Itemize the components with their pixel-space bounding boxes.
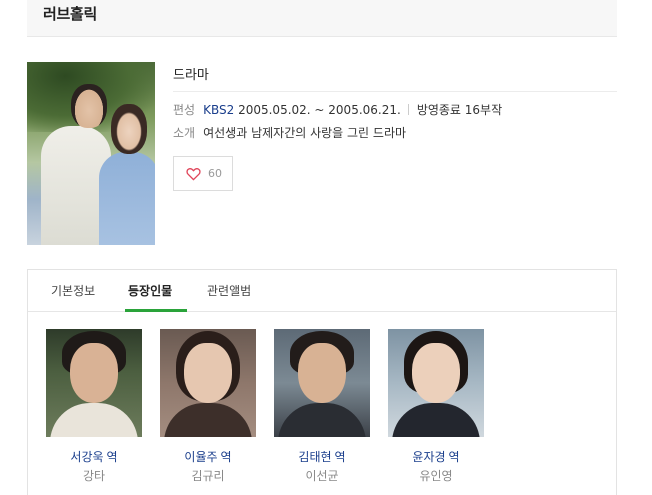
photo-face <box>70 343 118 403</box>
tab-bar: 기본정보 등장인물 관련앨범 <box>28 270 616 312</box>
role-suffix: 역 <box>106 450 118 464</box>
poster-figure-woman <box>99 152 155 245</box>
cast-card[interactable]: 서강욱 역 강타 <box>46 329 142 484</box>
actor-name[interactable]: 김태현 <box>298 450 331 464</box>
schedule-label: 편성 <box>173 103 196 117</box>
character-name: 이선균 <box>305 469 339 483</box>
cast-photo[interactable] <box>160 329 256 437</box>
role-suffix: 역 <box>220 450 232 464</box>
cast-photo[interactable] <box>46 329 142 437</box>
cast-card[interactable]: 윤자경 역 유인영 <box>388 329 484 484</box>
separator <box>407 104 409 115</box>
photo-shoulders <box>278 403 366 437</box>
summary-row: 소개 여선생과 남제자간의 사랑을 그린 드라마 <box>173 124 406 141</box>
photo-face <box>184 343 232 403</box>
title-bar: 러브홀릭 <box>27 0 617 37</box>
poster-figure-woman-head <box>111 104 147 154</box>
photo-shoulders <box>164 403 252 437</box>
cast-actor[interactable]: 이율주 역 <box>160 448 256 465</box>
cast-photo[interactable] <box>388 329 484 437</box>
character-name: 김규리 <box>191 469 225 483</box>
divider <box>173 91 617 92</box>
broadcast-status: 방영종료 16부작 <box>416 103 503 117</box>
schedule-row: 편성 KBS2 2005.05.02. ~ 2005.06.21. 방영종료 16부… <box>173 101 502 118</box>
like-count: 60 <box>208 167 222 180</box>
cast-actor[interactable]: 윤자경 역 <box>388 448 484 465</box>
photo-face <box>412 343 460 403</box>
cast-actor[interactable]: 김태현 역 <box>274 448 370 465</box>
tab-basic-info[interactable]: 기본정보 <box>51 282 95 299</box>
detail-panel: 기본정보 등장인물 관련앨범 서강욱 역 강타 이율주 역 김규리 김태현 역 이선균 <box>27 269 617 495</box>
genre-label: 드라마 <box>173 68 209 83</box>
photo-shoulders <box>392 403 480 437</box>
cast-photo[interactable] <box>274 329 370 437</box>
character-name: 유인영 <box>419 469 453 483</box>
photo-shoulders <box>50 403 138 437</box>
tab-characters[interactable]: 등장인물 <box>128 282 172 299</box>
poster-image[interactable] <box>27 62 155 245</box>
summary-label: 소개 <box>173 126 196 140</box>
page-title: 러브홀릭 <box>43 5 98 23</box>
cast-card[interactable]: 이율주 역 김규리 <box>160 329 256 484</box>
actor-name[interactable]: 서강욱 <box>70 450 103 464</box>
actor-name[interactable]: 윤자경 <box>412 450 445 464</box>
role-suffix: 역 <box>334 450 346 464</box>
photo-face <box>298 343 346 403</box>
cast-card[interactable]: 김태현 역 이선균 <box>274 329 370 484</box>
heart-icon <box>186 167 201 181</box>
role-suffix: 역 <box>448 450 460 464</box>
character-name: 강타 <box>82 469 106 483</box>
summary-text: 여선생과 남제자간의 사랑을 그린 드라마 <box>203 126 407 140</box>
broadcast-period: 2005.05.02. ~ 2005.06.21. <box>238 103 401 117</box>
poster-figure-man-head <box>71 84 107 128</box>
active-tab-indicator <box>125 309 187 312</box>
actor-name[interactable]: 이율주 <box>184 450 217 464</box>
cast-actor[interactable]: 서강욱 역 <box>46 448 142 465</box>
like-button[interactable]: 60 <box>173 156 233 191</box>
broadcaster-link[interactable]: KBS2 <box>203 103 234 117</box>
tab-related-albums[interactable]: 관련앨범 <box>207 282 251 299</box>
